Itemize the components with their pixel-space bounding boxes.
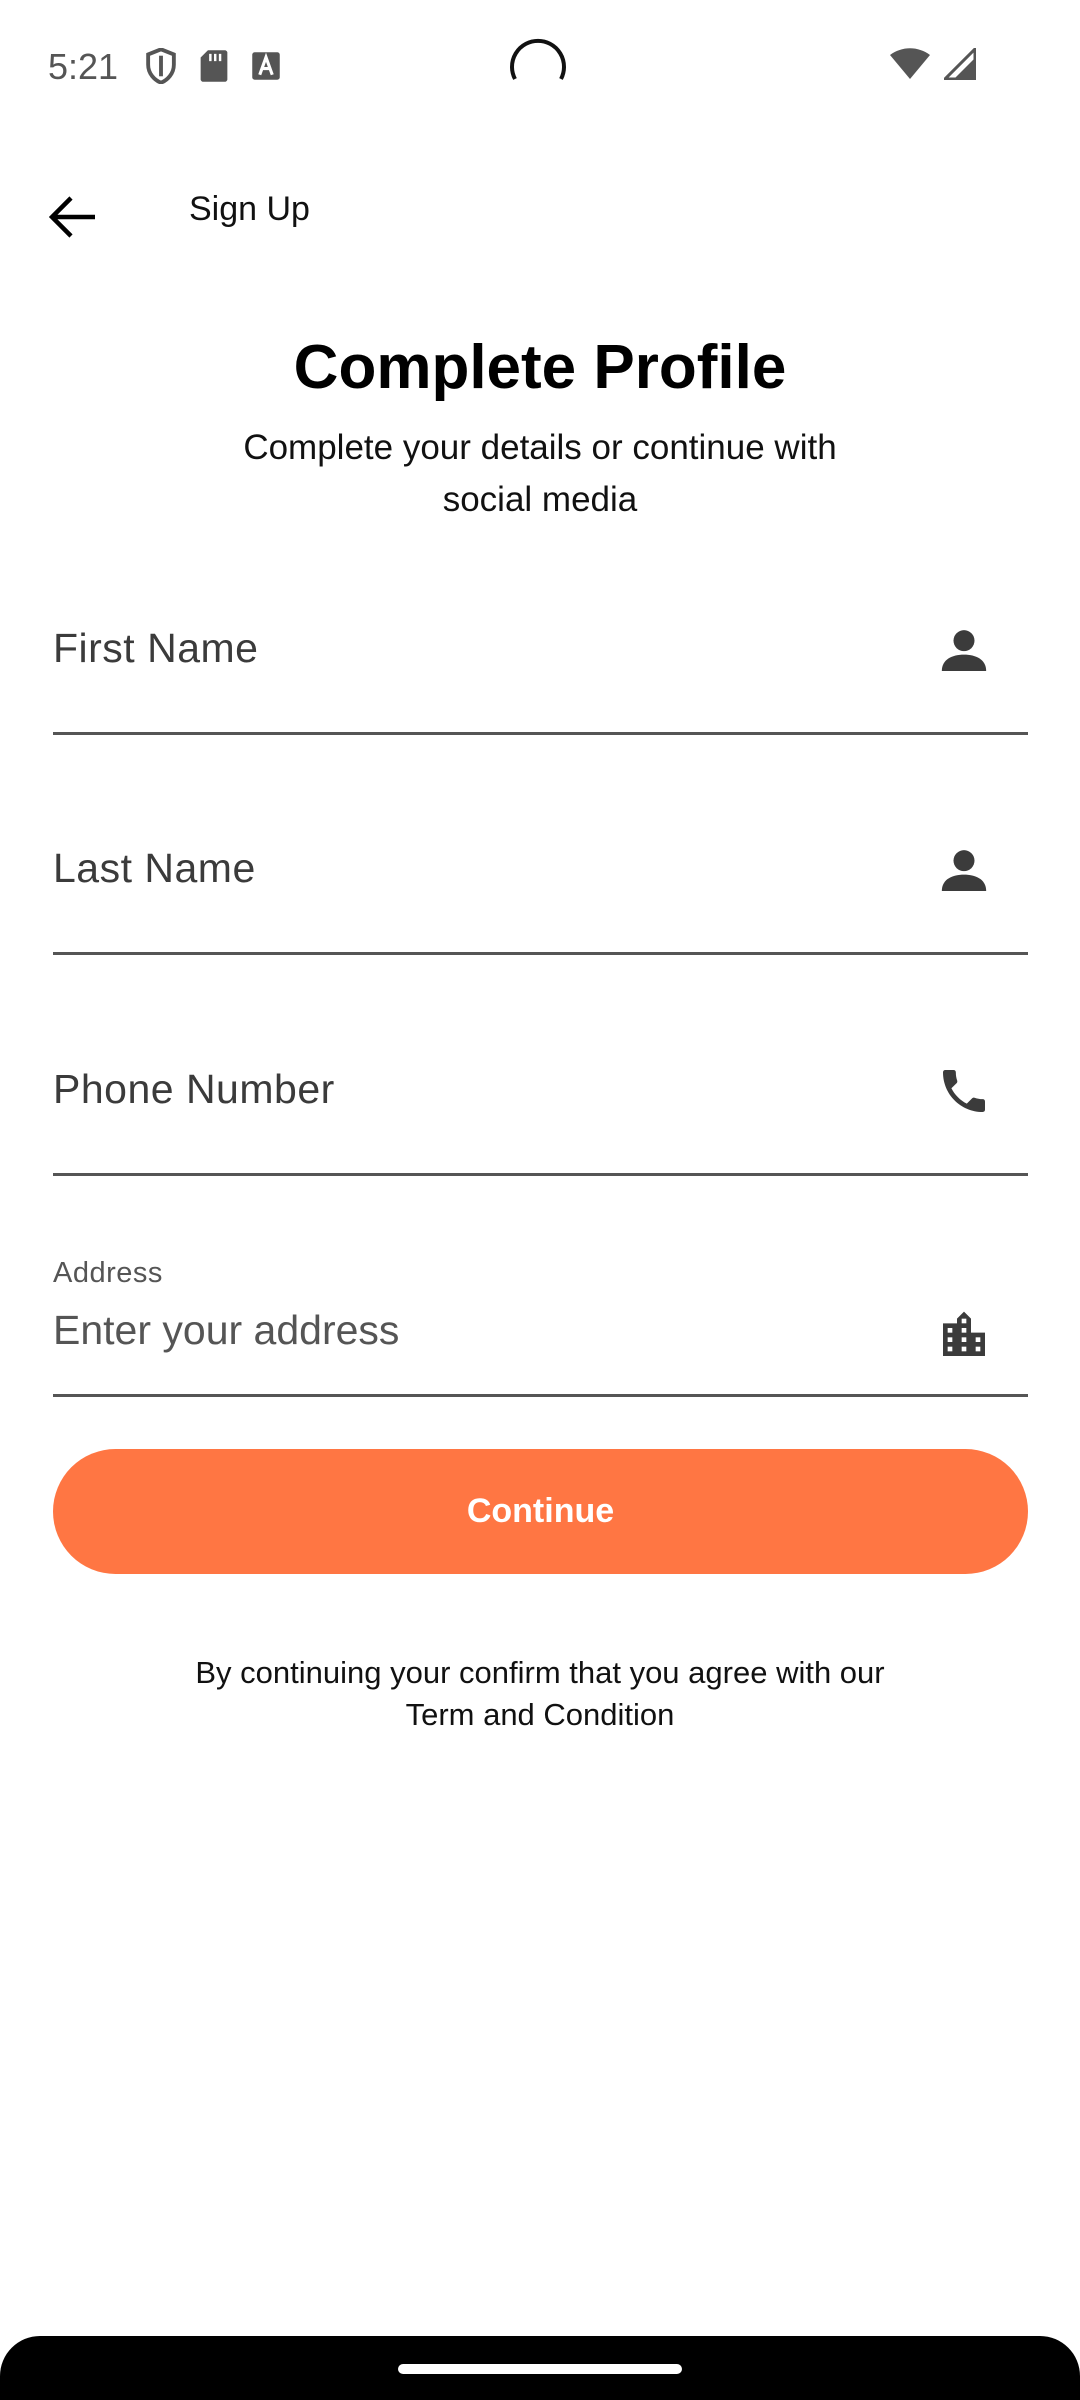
page-title: Complete Profile [293, 333, 787, 402]
font-icon [252, 52, 280, 80]
first-name-underline [53, 732, 1028, 735]
phone-number-underline [53, 1173, 1028, 1176]
back-button[interactable] [40, 184, 106, 250]
continue-button[interactable]: Continue [53, 1449, 1028, 1574]
person-icon [941, 850, 987, 891]
phone-number-field[interactable]: Phone Number [53, 976, 1028, 1176]
location-city-icon [943, 1311, 985, 1356]
status-time: 5:21 [48, 46, 119, 87]
shield-icon [146, 48, 176, 84]
status-icons-left [145, 48, 281, 84]
phone-icon [943, 1070, 985, 1112]
address-field[interactable]: Address [53, 1197, 1028, 1397]
app-bar: Sign Up [0, 160, 1080, 260]
page-subtitle: Complete your details or continue with s… [243, 428, 837, 519]
address-input[interactable] [53, 1307, 893, 1354]
last-name-field[interactable]: Last Name [53, 755, 1028, 955]
status-bar: 5:21 [0, 0, 1080, 135]
person-icon [941, 630, 987, 671]
address-label: Address [53, 1257, 163, 1289]
terms-text: By continuing your confirm that you agre… [195, 1655, 885, 1732]
wifi-icon [890, 48, 930, 79]
home-handle[interactable] [398, 2364, 682, 2374]
phone-number-label: Phone Number [53, 1066, 335, 1112]
cell-signal-icon [944, 48, 976, 80]
status-icons-right [890, 48, 976, 80]
sd-card-icon [200, 50, 228, 82]
first-name-label: First Name [53, 625, 259, 671]
first-name-field[interactable]: First Name [53, 535, 1028, 735]
camera-cutout-icon [510, 38, 566, 80]
address-underline [53, 1394, 1028, 1397]
last-name-underline [53, 952, 1028, 955]
arrow-back-icon [49, 196, 95, 238]
last-name-label: Last Name [53, 845, 256, 891]
app-bar-title: Sign Up [189, 190, 310, 228]
